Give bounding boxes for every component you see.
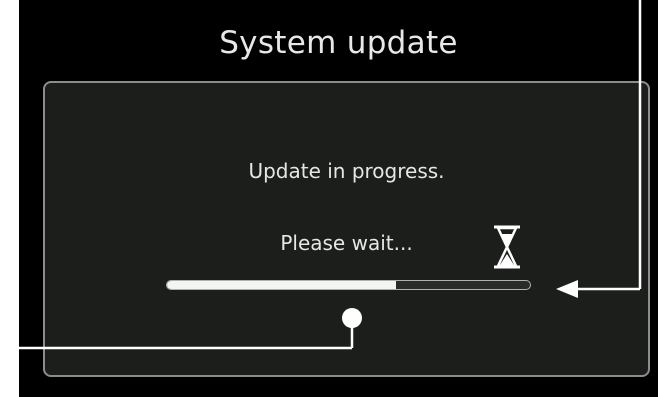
update-status-message: Update in progress. [248, 159, 445, 183]
hourglass-icon [494, 225, 520, 269]
progress-fill [167, 281, 396, 289]
wait-message: Please wait... [280, 231, 413, 255]
screen-title: System update [219, 25, 458, 61]
update-progress-bar [166, 280, 531, 290]
